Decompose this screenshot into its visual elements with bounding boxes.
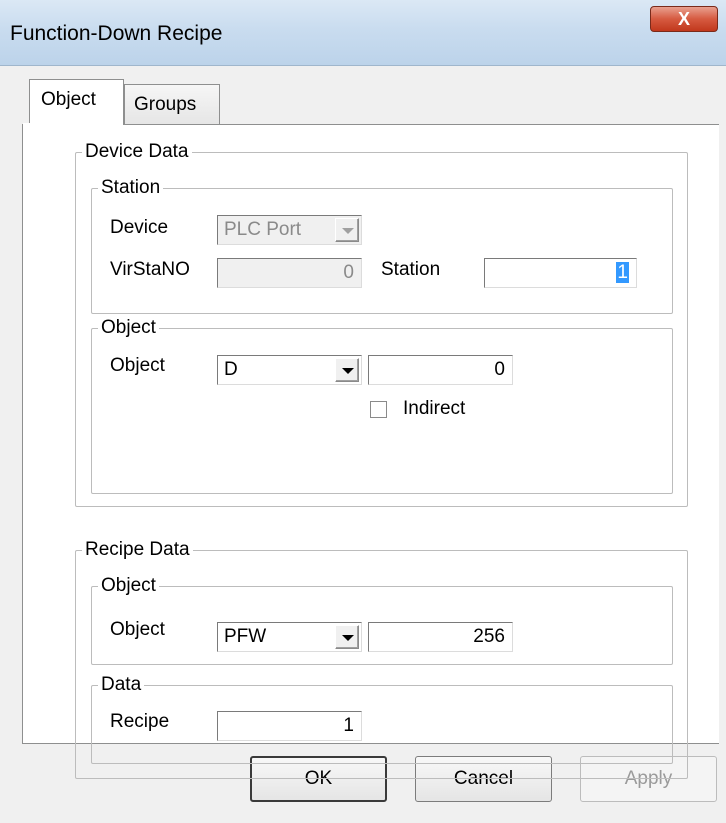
recipe-data-subgroup: Data: [91, 675, 673, 764]
device-object-address-field[interactable]: 0: [368, 355, 513, 385]
device-data-legend: Device Data: [85, 141, 189, 162]
device-select: PLC Port: [217, 215, 362, 245]
close-icon: X: [677, 9, 690, 29]
virstano-value: 0: [343, 262, 354, 283]
chevron-down-icon: [342, 228, 354, 234]
device-object-type-select[interactable]: D: [217, 355, 362, 385]
tab-object-label: Object: [41, 89, 96, 110]
tab-seam: [23, 123, 116, 126]
title-bar[interactable]: Function-Down Recipe X: [0, 0, 726, 66]
station-label: Station: [381, 259, 441, 280]
device-select-value: PLC Port: [224, 219, 302, 240]
station-group: Station: [91, 178, 673, 314]
recipe-label: Recipe: [110, 711, 170, 732]
device-object-address-value: 0: [494, 359, 505, 380]
recipe-object-legend: Object: [101, 575, 156, 596]
chevron-down-icon: [342, 368, 354, 374]
indirect-label: Indirect: [403, 398, 466, 419]
recipe-object-type-select[interactable]: PFW: [217, 622, 362, 652]
recipe-field[interactable]: 1: [217, 711, 362, 741]
device-object-legend: Object: [101, 317, 156, 338]
device-label: Device: [110, 217, 169, 238]
station-field[interactable]: 1: [484, 258, 637, 288]
tab-groups-label: Groups: [134, 94, 197, 115]
tab-panel-object: Device Data Station Device PLC Port VirS…: [22, 124, 719, 779]
recipe-object-address-value: 256: [473, 626, 505, 647]
dialog-client: Object Groups Device Data Station Device…: [7, 66, 719, 816]
device-dropdown-button: [335, 218, 359, 242]
virstano-label: VirStaNO: [110, 259, 190, 280]
recipe-object-type-value: PFW: [224, 626, 267, 647]
device-object-dropdown-button[interactable]: [335, 358, 359, 382]
dialog-window: Function-Down Recipe X Object Groups Dev…: [0, 0, 726, 823]
indirect-checkbox[interactable]: [370, 401, 387, 418]
device-object-label: Object: [110, 355, 165, 376]
tab-groups[interactable]: Groups: [124, 84, 220, 126]
window-title: Function-Down Recipe: [10, 22, 223, 45]
virstano-field: 0: [217, 258, 362, 288]
recipe-object-label: Object: [110, 619, 165, 640]
station-legend: Station: [101, 177, 161, 198]
recipe-data-sub-legend: Data: [101, 674, 142, 695]
chevron-down-icon: [342, 635, 354, 641]
recipe-object-dropdown-button[interactable]: [335, 625, 359, 649]
recipe-value: 1: [343, 715, 354, 736]
station-value: 1: [616, 262, 629, 283]
close-button[interactable]: X: [650, 6, 718, 32]
tab-object[interactable]: Object: [29, 79, 124, 125]
recipe-object-address-field[interactable]: 256: [368, 622, 513, 652]
device-object-type-value: D: [224, 359, 238, 380]
recipe-data-legend: Recipe Data: [85, 539, 190, 560]
